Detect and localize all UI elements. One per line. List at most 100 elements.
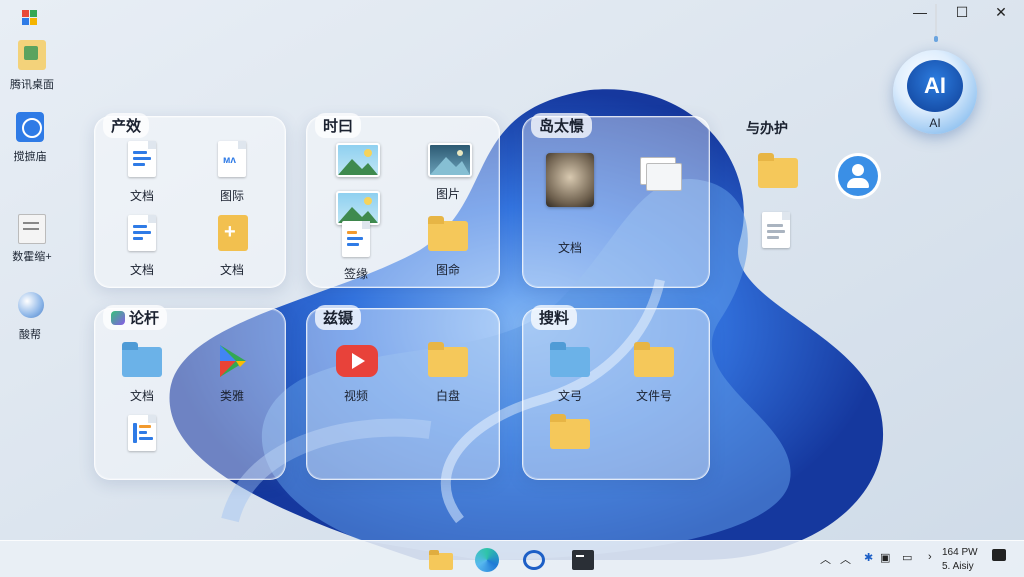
item-label: 文弓 (557, 389, 582, 403)
group-item[interactable] (321, 137, 391, 185)
clock-time[interactable]: 164 PW (942, 547, 978, 558)
group-item[interactable]: 文档 (107, 213, 177, 278)
landscape-picture-icon (426, 137, 472, 181)
chart-doc-icon (120, 413, 164, 457)
document-icon[interactable] (756, 210, 800, 254)
user-icon[interactable] (838, 156, 878, 196)
chat-icon[interactable] (522, 547, 548, 573)
folder-icon (426, 213, 470, 257)
tencent-desktop-icon (16, 40, 48, 72)
group-item[interactable] (107, 413, 177, 461)
group-title: 产效 (103, 113, 150, 138)
blue-folder-icon (548, 339, 592, 383)
item-label: 文档 (129, 263, 154, 277)
file-explorer-icon[interactable] (428, 547, 454, 573)
item-label: 文档 (129, 389, 154, 403)
group-item[interactable] (621, 153, 691, 201)
settings-ball-icon (14, 290, 46, 322)
chat-bubble-icon (111, 310, 125, 325)
document-icon (334, 217, 378, 261)
bluetooth-icon[interactable]: ✱ (864, 551, 873, 564)
folder-icon (632, 339, 676, 383)
desktop-icon-label: 数霍缩+ (12, 251, 52, 263)
folder-icon (426, 339, 470, 383)
group-item[interactable] (535, 411, 605, 459)
group-item[interactable]: 类雅 (197, 339, 267, 404)
item-label: 图际 (219, 189, 244, 203)
display-icon[interactable]: ▣ (880, 551, 890, 564)
group-forum: 论杆 文档 类雅 (94, 305, 286, 480)
gallery-icon (634, 153, 682, 197)
landscape-picture-icon (334, 137, 380, 181)
item-label: 文档 (219, 263, 244, 277)
desktop-icon-tencent[interactable]: 腾讯桌面 (0, 40, 64, 92)
group-search: 搜料 文弓 文件号 (522, 305, 710, 480)
hedgehog-photo-icon (546, 153, 594, 209)
item-label: 文档 (557, 241, 582, 255)
group-productivity: 产效 文档 ᴍᴧ 图际 文档 + 文档 (94, 113, 286, 288)
group-item[interactable]: 签缘 (321, 217, 391, 282)
item-label: 图片 (435, 187, 460, 201)
close-button[interactable]: ✕ (991, 4, 1011, 21)
group-media: 兹镊 视频 白盘 (306, 305, 500, 480)
video-play-icon (334, 339, 378, 383)
item-label: 文档 (129, 189, 154, 203)
group-item[interactable]: 文档 (107, 339, 177, 404)
group-title: 搜料 (531, 305, 578, 330)
item-label: 类雅 (219, 389, 244, 403)
desktop-icon-scanner[interactable]: 数霍缩+ (0, 212, 64, 264)
maximize-button[interactable]: ☐ (952, 4, 972, 21)
desktop-icon-label: 腾讯桌面 (10, 79, 54, 91)
group-item[interactable]: 文档 (535, 153, 605, 256)
ai-connector (934, 36, 938, 42)
ai-badge: AI (907, 60, 963, 112)
app-store-icon (14, 112, 46, 144)
notification-icon[interactable] (992, 549, 1006, 561)
ai-label: AI (929, 116, 941, 130)
edge-icon[interactable] (474, 547, 500, 573)
desktop-icon-settings[interactable]: 酸帮 (0, 290, 62, 342)
desktop-icon-label: 搅摭庙 (13, 151, 47, 163)
top-divider (935, 4, 937, 40)
group-item[interactable]: 文档 (107, 139, 177, 204)
folder-icon[interactable] (756, 150, 800, 190)
item-label: 视频 (343, 389, 368, 403)
group-title: 兹镊 (315, 305, 362, 330)
group-item[interactable]: 视频 (321, 339, 391, 404)
add-file-icon: + (210, 213, 254, 257)
desktop-icon-label: 酸帮 (19, 329, 41, 341)
chevron-up-icon[interactable]: ︿ (840, 551, 851, 567)
group-item[interactable]: 文件号 (619, 339, 689, 404)
chevron-up-icon[interactable]: ︿ (820, 551, 831, 567)
start-logo-icon[interactable] (22, 10, 38, 26)
folder-icon (548, 411, 592, 455)
group-item[interactable]: 图命 (413, 213, 483, 278)
clock-date[interactable]: 5. Aisiy (942, 561, 974, 572)
group-title: 论杆 (103, 305, 168, 330)
image-file-icon: ᴍᴧ (210, 139, 254, 183)
group-item[interactable]: ᴍᴧ 图际 (197, 139, 267, 204)
group-item[interactable]: 白盘 (413, 339, 483, 404)
desktop-icon-store[interactable]: 搅摭庙 (0, 112, 62, 164)
document-icon (120, 139, 164, 183)
group-item[interactable]: + 文档 (197, 213, 267, 278)
chevron-right-icon[interactable]: › (928, 551, 932, 563)
group-item[interactable]: 图片 (413, 137, 483, 202)
group-item[interactable]: 文弓 (535, 339, 605, 404)
item-label: 白盘 (435, 389, 460, 403)
taskbar: ︿ ︿ ✱ ▣ ▭ › 164 PW 5. Aisiy (0, 540, 1024, 577)
ai-assistant-button[interactable]: AI AI (893, 50, 977, 134)
document-icon (120, 213, 164, 257)
minimize-button[interactable]: — (910, 4, 930, 20)
terminal-icon[interactable] (570, 547, 596, 573)
battery-icon[interactable]: ▭ (902, 551, 912, 564)
item-label: 图命 (435, 263, 460, 277)
group-title: 时曰 (315, 113, 362, 138)
desktop-wallpaper (0, 0, 1024, 576)
group-time: 时曰 图片 签缘 图命 (306, 113, 500, 288)
item-label: 签缘 (343, 267, 368, 281)
group-island: 岛太憬 文档 (522, 113, 710, 288)
document-scanner-icon (16, 212, 48, 244)
play-store-icon (210, 339, 254, 383)
blue-folder-icon (120, 339, 164, 383)
